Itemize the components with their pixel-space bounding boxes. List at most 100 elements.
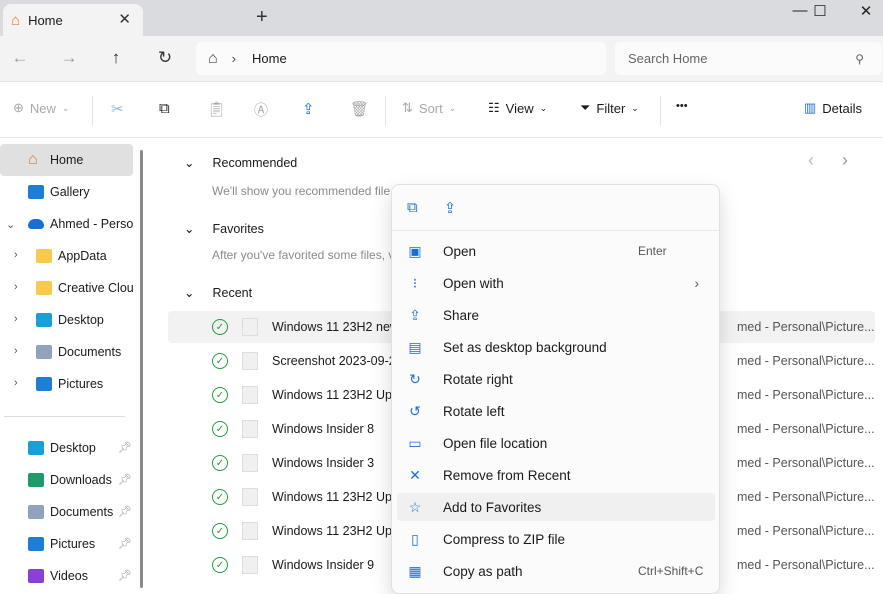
sidebar-item-label: AppData: [58, 249, 107, 263]
sync-status-icon: ✓: [212, 523, 228, 539]
pin-icon[interactable]: 📌︎: [118, 569, 132, 582]
section-recent[interactable]: ⌄ Recent: [184, 285, 252, 301]
menu-item-rotate-left[interactable]: ↺ Rotate left: [397, 397, 715, 425]
paste-icon[interactable]: 📋︎: [207, 100, 226, 118]
chevron-left-icon[interactable]: ‹: [808, 150, 814, 171]
sort-icon: ⇅: [402, 100, 413, 115]
menu-item-label: Rotate left: [443, 403, 505, 419]
star-icon: ☆: [408, 498, 422, 515]
sidebar-item-pinned[interactable]: Downloads: [0, 464, 133, 496]
menu-item-open-file-location[interactable]: ▭ Open file location: [397, 429, 715, 457]
delete-icon[interactable]: 🗑︎: [350, 100, 369, 118]
sidebar-item-label: Creative Cloud Files: [58, 281, 133, 295]
back-button[interactable]: ←: [8, 48, 32, 68]
view-button[interactable]: ☷ View ⌄: [488, 100, 547, 116]
file-location: med - Personal\Picture...: [737, 490, 875, 504]
sort-button[interactable]: ⇅ Sort ⌄: [402, 100, 456, 116]
menu-shortcut: Enter: [638, 244, 667, 258]
sidebar-item-onedrive-folder[interactable]: Desktop: [0, 304, 133, 336]
menu-item-add-to-favorites[interactable]: ☆ Add to Favorites: [397, 493, 715, 521]
new-button[interactable]: ⊕ New ⌄: [13, 100, 69, 116]
section-title: Recommended: [212, 155, 298, 170]
share-icon: ⇪: [409, 306, 421, 323]
up-button[interactable]: ↑: [104, 48, 128, 68]
file-thumbnail-icon: [242, 352, 258, 370]
sidebar-item-pinned[interactable]: Pictures: [0, 528, 133, 560]
refresh-button[interactable]: ↻: [153, 48, 177, 68]
maximize-button[interactable]: ☐: [800, 2, 840, 20]
sidebar-item-home[interactable]: ⌂ Home: [0, 144, 133, 176]
section-favorites[interactable]: ⌄ Favorites: [184, 221, 264, 237]
sidebar-item-onedrive-folder[interactable]: Documents: [0, 336, 133, 368]
sidebar-item-label: Gallery: [50, 185, 90, 199]
menu-item-rotate-right[interactable]: ↻ Rotate right: [397, 365, 715, 393]
pin-icon[interactable]: 📌︎: [118, 505, 132, 518]
filter-icon: ⏷: [580, 100, 591, 115]
search-input[interactable]: Search Home ⚲: [615, 42, 882, 75]
file-name: Windows 11 23H2 Upd: [272, 524, 399, 538]
sync-status-icon: ✓: [212, 455, 228, 471]
sidebar-item-onedrive-folder[interactable]: AppData: [0, 240, 133, 272]
rotate-right-icon: ↻: [409, 370, 421, 387]
copy-path-icon: ▦: [408, 562, 422, 579]
menu-item-label: Rotate right: [443, 371, 513, 387]
breadcrumb[interactable]: Home: [252, 51, 287, 66]
close-window-button[interactable]: ✕: [846, 2, 883, 20]
chevron-down-icon: ⌄: [631, 102, 639, 113]
filter-button[interactable]: ⏷ Filter ⌄: [580, 100, 639, 116]
rotate-left-icon: ↺: [409, 402, 421, 419]
sidebar-item-onedrive-folder[interactable]: Pictures: [0, 368, 133, 400]
sidebar-scrollbar[interactable]: [140, 150, 143, 588]
context-menu-quick-actions: ⧉ ⇪: [392, 185, 719, 231]
divider: [660, 96, 661, 126]
sidebar-item-gallery[interactable]: Gallery: [0, 176, 133, 208]
new-tab-button[interactable]: +: [256, 6, 268, 29]
rename-icon[interactable]: Ⓐ: [254, 100, 268, 120]
chevron-right-icon[interactable]: ›: [842, 150, 848, 171]
copy-icon[interactable]: ⧉: [159, 100, 170, 117]
image-icon: ▣: [408, 242, 422, 259]
details-pane-icon: ▥: [804, 100, 817, 115]
menu-item-share[interactable]: ⇪ Share: [397, 301, 715, 329]
address-row: ← → ↑ ↻ ⌂ › Home Search Home ⚲: [0, 36, 883, 82]
close-tab-icon[interactable]: ✕: [118, 10, 131, 28]
share-icon[interactable]: ⇪: [444, 199, 457, 217]
sidebar-item-pinned[interactable]: Documents: [0, 496, 133, 528]
pin-icon[interactable]: 📌︎: [118, 441, 132, 454]
sidebar-item-onedrive[interactable]: Ahmed - Personal: [0, 208, 133, 240]
menu-item-compress-to-zip-file[interactable]: ▯ Compress to ZIP file: [397, 525, 715, 553]
sidebar-item-label: Desktop: [50, 441, 96, 455]
sync-status-icon: ✓: [212, 557, 228, 573]
pin-icon[interactable]: 📌︎: [118, 537, 132, 550]
section-recommended[interactable]: ⌄ Recommended: [184, 155, 298, 171]
menu-item-remove-from-recent[interactable]: ✕ Remove from Recent: [397, 461, 715, 489]
menu-item-set-as-desktop-background[interactable]: ▤ Set as desktop background: [397, 333, 715, 361]
tab-home[interactable]: ⌂ Home ✕: [3, 4, 143, 36]
file-name: Windows 11 23H2 new: [272, 320, 399, 334]
more-options-button[interactable]: •••: [676, 100, 688, 112]
tab-bar: ⌂ Home ✕ + — ☐ ✕: [0, 0, 883, 36]
videos-icon: [28, 569, 44, 583]
menu-item-label: Open: [443, 243, 477, 259]
menu-shortcut: Ctrl+Shift+C: [638, 564, 704, 578]
sidebar-item-pinned[interactable]: Videos: [0, 560, 133, 592]
menu-item-open-with[interactable]: ⁝ Open with ›: [397, 269, 715, 297]
file-name: Windows 11 23H2 Upd: [272, 490, 399, 504]
share-icon[interactable]: ⇪: [302, 100, 315, 118]
address-bar[interactable]: ⌂ › Home: [196, 42, 606, 75]
menu-item-copy-as-path[interactable]: ▦ Copy as path Ctrl+Shift+C: [397, 557, 715, 585]
favorites-hint: After you've favorited some files, v: [212, 248, 395, 262]
command-bar: ⊕ New ⌄ ✂ ⧉ 📋︎ Ⓐ ⇪ 🗑︎ ⇅ Sort ⌄ ☷ View ⌄ ⏷ Filte…: [0, 82, 883, 138]
sidebar-item-onedrive-folder[interactable]: Creative Cloud Files: [0, 272, 133, 304]
sidebar-item-pinned[interactable]: Desktop: [0, 432, 133, 464]
copy-icon[interactable]: ⧉: [407, 199, 418, 216]
pin-icon[interactable]: 📌︎: [118, 473, 132, 486]
file-name: Windows Insider 8: [272, 422, 375, 436]
forward-button[interactable]: →: [57, 48, 81, 68]
file-location: med - Personal\Picture...: [737, 320, 875, 334]
sidebar-item-label: Pictures: [50, 537, 96, 551]
details-label: Details: [822, 100, 863, 116]
cut-icon[interactable]: ✂: [111, 100, 124, 118]
menu-item-open[interactable]: ▣ Open Enter: [397, 237, 715, 265]
details-button[interactable]: ▥ Details: [804, 100, 862, 116]
